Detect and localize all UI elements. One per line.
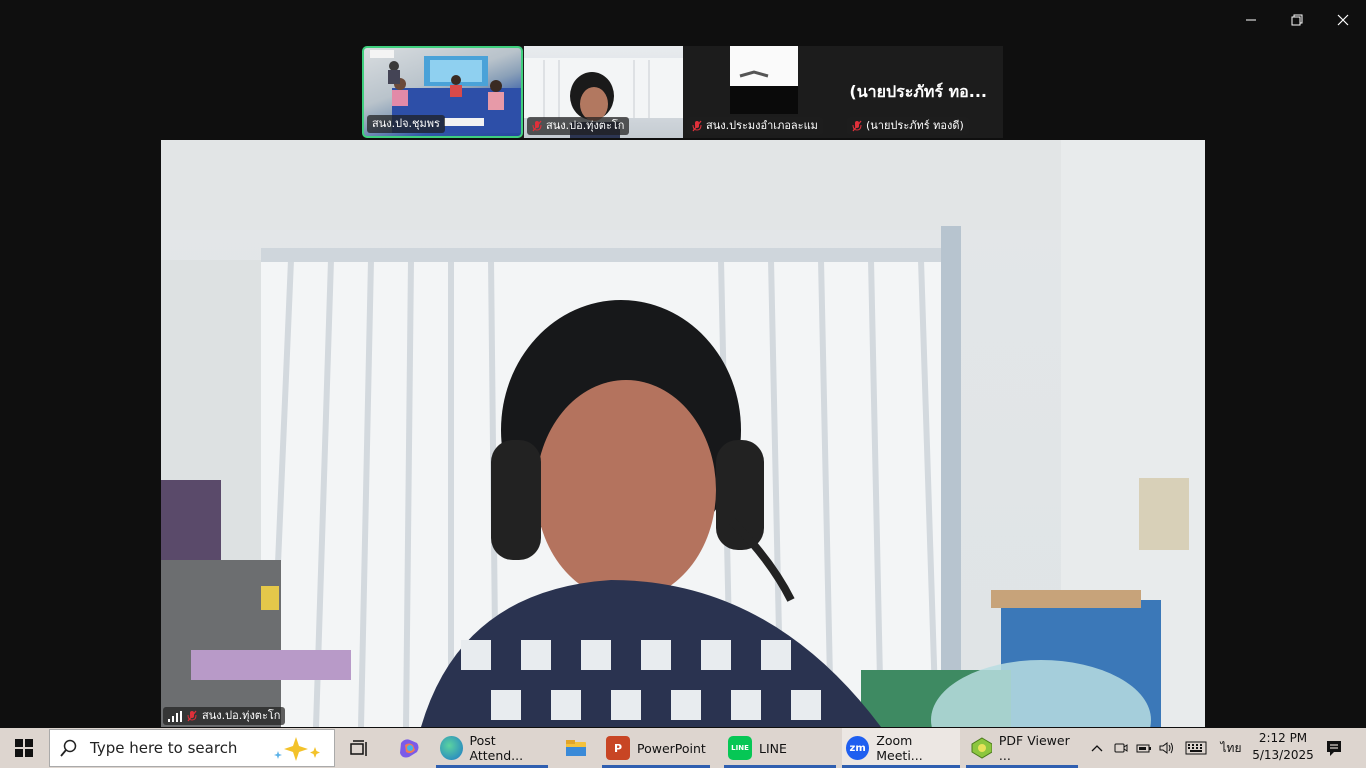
participant-tile[interactable]: (นายประภัทร์ ทอ... (นายประภัทร์ ทองดี) xyxy=(844,46,1003,138)
close-button[interactable] xyxy=(1320,0,1366,40)
gallery-strip: สนง.ปจ.ชุมพร สนง.ปอ.ทุ่งตะโก สนง.ประมงอำ… xyxy=(362,46,1003,138)
participant-display-name: (นายประภัทร์ ทอ... xyxy=(849,82,987,101)
minimize-button[interactable] xyxy=(1228,0,1274,40)
task-view-button[interactable] xyxy=(346,728,374,768)
zoom-meeting-window: สนง.ปจ.ชุมพร สนง.ปอ.ทุ่งตะโก สนง.ประมงอำ… xyxy=(0,0,1366,768)
signal-strength-icon xyxy=(168,710,182,722)
language-label: ไทย xyxy=(1220,740,1242,755)
battery-tray-icon[interactable] xyxy=(1133,728,1155,768)
restore-icon xyxy=(1291,14,1303,26)
search-icon xyxy=(60,739,77,757)
pdf-viewer-icon xyxy=(971,737,992,759)
show-hidden-icons-button[interactable] xyxy=(1086,728,1108,768)
start-button[interactable] xyxy=(0,728,48,768)
clock-date: 5/13/2025 xyxy=(1252,748,1314,762)
camera-icon xyxy=(1114,743,1128,753)
app-label: LINE xyxy=(759,740,787,756)
muted-mic-icon xyxy=(852,120,862,132)
app-label: Zoom Meeti... xyxy=(876,733,923,763)
notification-center-button[interactable] xyxy=(1320,728,1348,768)
taskbar-app-zoom[interactable]: zm Zoom Meeti... xyxy=(842,728,960,768)
file-explorer-icon xyxy=(566,740,586,756)
close-icon xyxy=(1337,14,1349,26)
copilot-icon xyxy=(400,739,419,758)
taskbar-app-line[interactable]: LINE LINE xyxy=(724,728,836,768)
volume-tray-icon[interactable] xyxy=(1156,728,1178,768)
active-speaker-video: สนง.ปอ.ทุ่งตะโก xyxy=(161,140,1205,727)
speaker-icon xyxy=(1159,742,1173,754)
line-icon: LINE xyxy=(728,736,752,760)
clock-time: 2:12 PM xyxy=(1258,731,1308,745)
muted-mic-icon xyxy=(692,120,702,132)
zoom-icon: zm xyxy=(846,736,870,760)
keyboard-icon xyxy=(1185,741,1207,755)
meet-now-tray-icon[interactable] xyxy=(1110,728,1132,768)
edge-icon xyxy=(440,736,463,760)
taskbar-search-box[interactable]: Type here to search xyxy=(49,729,335,767)
app-label: PDF Viewer ... xyxy=(998,733,1070,763)
speaker-name-label: สนง.ปอ.ทุ่งตะโก xyxy=(163,707,286,725)
taskbar-app-pdf-viewer[interactable]: PDF Viewer ... xyxy=(966,728,1078,768)
muted-mic-icon xyxy=(187,710,197,722)
copilot-sparkle-icon xyxy=(274,737,320,761)
search-placeholder: Type here to search xyxy=(90,739,238,757)
task-view-icon xyxy=(350,740,367,756)
minimize-icon xyxy=(1246,19,1256,21)
taskbar-app-edge[interactable]: Post Attend... xyxy=(436,728,548,768)
participant-name-label: สนง.ประมงอำเภอละแม xyxy=(687,117,823,135)
chevron-up-icon xyxy=(1091,745,1103,752)
app-label: PowerPoint xyxy=(637,740,706,756)
muted-mic-icon xyxy=(532,120,542,132)
app-label: Post Attend... xyxy=(469,733,524,763)
powerpoint-icon: P xyxy=(606,736,630,760)
touch-keyboard-button[interactable] xyxy=(1182,728,1210,768)
participant-name-label: สนง.ปอ.ทุ่งตะโก xyxy=(527,117,630,135)
restore-button[interactable] xyxy=(1274,0,1320,40)
participant-tile[interactable]: สนง.ปอ.ทุ่งตะโก xyxy=(524,46,683,138)
battery-icon xyxy=(1136,744,1151,753)
taskbar-clock[interactable]: 2:12 PM 5/13/2025 xyxy=(1248,730,1318,764)
input-language-button[interactable]: ไทย xyxy=(1214,728,1248,768)
windows-taskbar: Type here to search Post Attend... P Pow… xyxy=(0,728,1366,768)
video-frame xyxy=(161,140,1205,727)
windows-logo-icon xyxy=(15,739,33,757)
notification-icon xyxy=(1327,741,1341,756)
copilot-button[interactable] xyxy=(394,728,424,768)
taskbar-app-file-explorer[interactable] xyxy=(558,728,594,768)
participant-name-label: สนง.ปจ.ชุมพร xyxy=(367,115,445,133)
participant-name-label: (นายประภัทร์ ทองดี) xyxy=(847,117,969,135)
participant-tile[interactable]: สนง.ปจ.ชุมพร xyxy=(362,46,523,138)
taskbar-app-powerpoint[interactable]: P PowerPoint xyxy=(602,728,710,768)
participant-tile[interactable]: สนง.ประมงอำเภอละแม xyxy=(684,46,843,138)
